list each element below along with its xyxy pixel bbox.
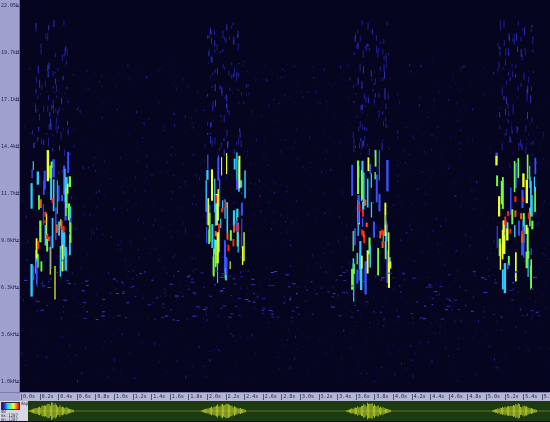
time-tick-label: 2.0s (209, 394, 221, 400)
time-tick-label: 3.8s (376, 394, 388, 400)
waveform-canvas[interactable] (28, 401, 550, 421)
spectrogram-background (20, 0, 550, 392)
frequency-tick-label: 3.6kHz (1, 332, 19, 338)
frequency-tick-label: 22.05kHz (1, 3, 19, 9)
frequency-tick-label: 14.4kHz (1, 144, 19, 150)
spectrogram-display[interactable] (20, 0, 550, 392)
time-tick-label: 0.2s (42, 394, 54, 400)
time-tick-label: 0.8s (97, 394, 109, 400)
time-tick-label: 4.0s (395, 394, 407, 400)
time-tick-label: 5.0s (488, 394, 500, 400)
time-tick-label: 3.2s (321, 394, 333, 400)
frequency-tick-label: 17.1kHz (1, 97, 19, 103)
time-tick-label: 3.6s (358, 394, 370, 400)
time-tick-label: 5.4s (525, 394, 537, 400)
time-tick-label: 4.4s (432, 394, 444, 400)
frequency-axis: 22.05kHz 19.7kHz 17.1kHz 14.4kHz 11.7kHz 9.0k… (0, 0, 20, 392)
time-tick-label: 2.6s (265, 394, 277, 400)
time-tick-label: 0.4s (60, 394, 72, 400)
time-tick-label: 2.4s (246, 394, 258, 400)
frequency-tick-label: 11.7kHz (1, 191, 19, 197)
waveform-display[interactable] (28, 401, 550, 421)
time-tick-label: 2.2s (228, 394, 240, 400)
spectrogram-viewer: 22.05kHz 19.7kHz 17.1kHz 14.4kHz 11.7kHz 9.0k… (0, 0, 550, 421)
time-tick-label: 2.8s (283, 394, 295, 400)
spectrogram-canvas[interactable] (20, 0, 550, 392)
time-tick-label: 1.6s (172, 394, 184, 400)
time-tick-label: 3.4s (339, 394, 351, 400)
frequency-tick-label: 6.3kHz (1, 285, 19, 291)
frequency-tick-label: 19.7kHz (1, 50, 19, 56)
time-tick-label: 4.8s (469, 394, 481, 400)
time-tick-label: 4.6s (451, 394, 463, 400)
time-tick-label: 3.0s (302, 394, 314, 400)
time-tick-label: 4.2s (414, 394, 426, 400)
time-tick-label: 0.6s (79, 394, 91, 400)
frequency-tick-label: 9.0kHz (1, 238, 19, 244)
time-tick-label: 1.4s (153, 394, 165, 400)
time-tick-label: 1.2s (135, 394, 147, 400)
time-tick-label: 1.0s (116, 394, 128, 400)
time-tick-label: 0.0s (23, 394, 35, 400)
time-tick-label: 1.8s (190, 394, 202, 400)
time-tick-label: 5.2s (507, 394, 519, 400)
waveform-readout-min: mn:1207 (1, 417, 18, 422)
time-tick-label: 5.6s (544, 394, 550, 400)
frequency-tick-label: 1.0kHz (1, 379, 19, 385)
